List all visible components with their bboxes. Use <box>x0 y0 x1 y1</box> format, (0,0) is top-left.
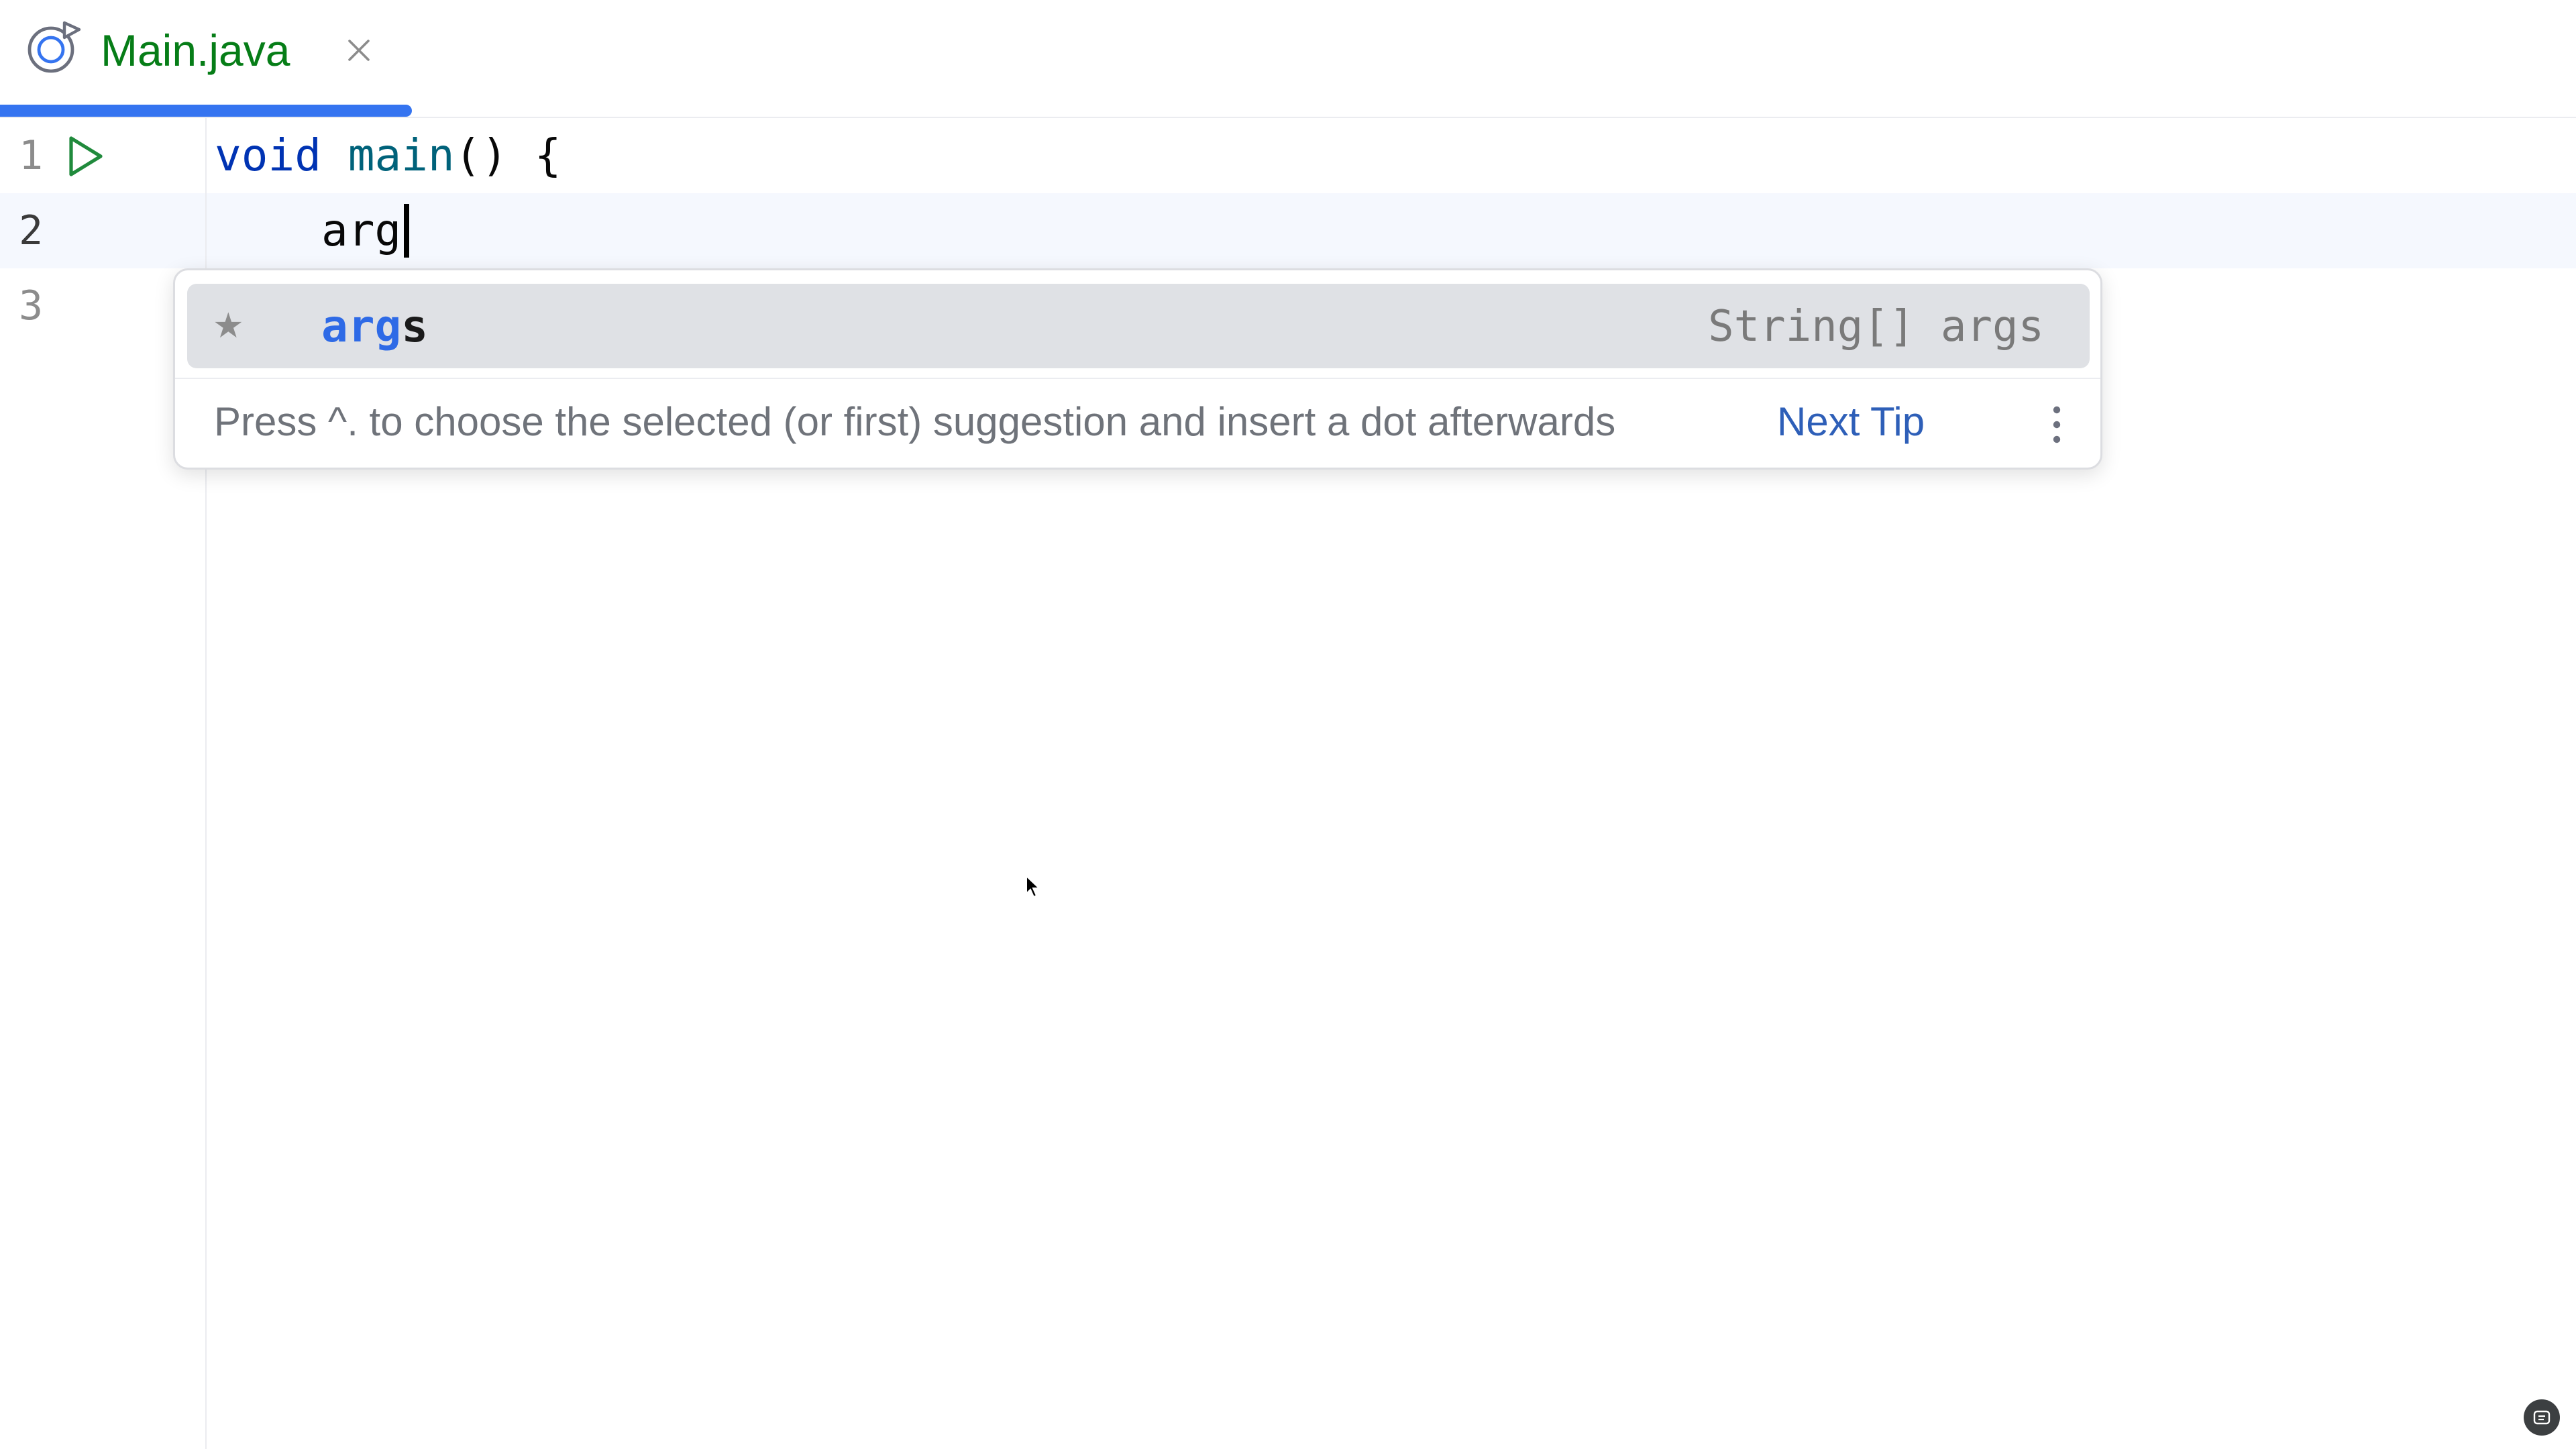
typed-text: arg <box>321 205 402 256</box>
code-line-1: void main() { <box>215 118 561 193</box>
code-line-2: arg <box>215 193 401 268</box>
completion-item-type: String[] args <box>1708 302 2044 352</box>
popup-divider <box>175 378 2100 379</box>
tab-main-java[interactable]: Main.java <box>0 0 412 118</box>
method-main: main <box>347 129 455 181</box>
close-icon[interactable] <box>335 27 382 74</box>
run-gutter-icon[interactable] <box>60 133 107 180</box>
completion-item[interactable]: ★ args String[] args <box>187 284 2090 368</box>
active-tab-indicator <box>0 105 412 117</box>
status-widget-icon[interactable] <box>2524 1399 2560 1436</box>
code-completion-popup: ★ args String[] args Press ^. to choose … <box>173 268 2102 470</box>
code-punctuation: () { <box>454 129 561 181</box>
editor-tab-bar: Main.java <box>0 0 2576 118</box>
tab-title: Main.java <box>101 25 290 75</box>
line-number-1: 1 <box>19 132 44 179</box>
line-number-2: 2 <box>19 207 44 254</box>
completion-tip: Press ^. to choose the selected (or firs… <box>214 399 1616 444</box>
next-tip-link[interactable]: Next Tip <box>1777 395 1925 449</box>
text-caret <box>404 204 409 258</box>
line-number-3: 3 <box>19 282 44 329</box>
star-icon: ★ <box>213 307 244 345</box>
completion-match: arg <box>321 301 402 352</box>
mouse-pointer-icon <box>1026 875 1041 898</box>
completion-item-name: args <box>321 300 428 354</box>
keyword-void: void <box>215 129 321 181</box>
more-vertical-icon[interactable] <box>2040 399 2074 450</box>
completion-rest: s <box>401 301 428 352</box>
java-class-icon <box>28 21 81 73</box>
